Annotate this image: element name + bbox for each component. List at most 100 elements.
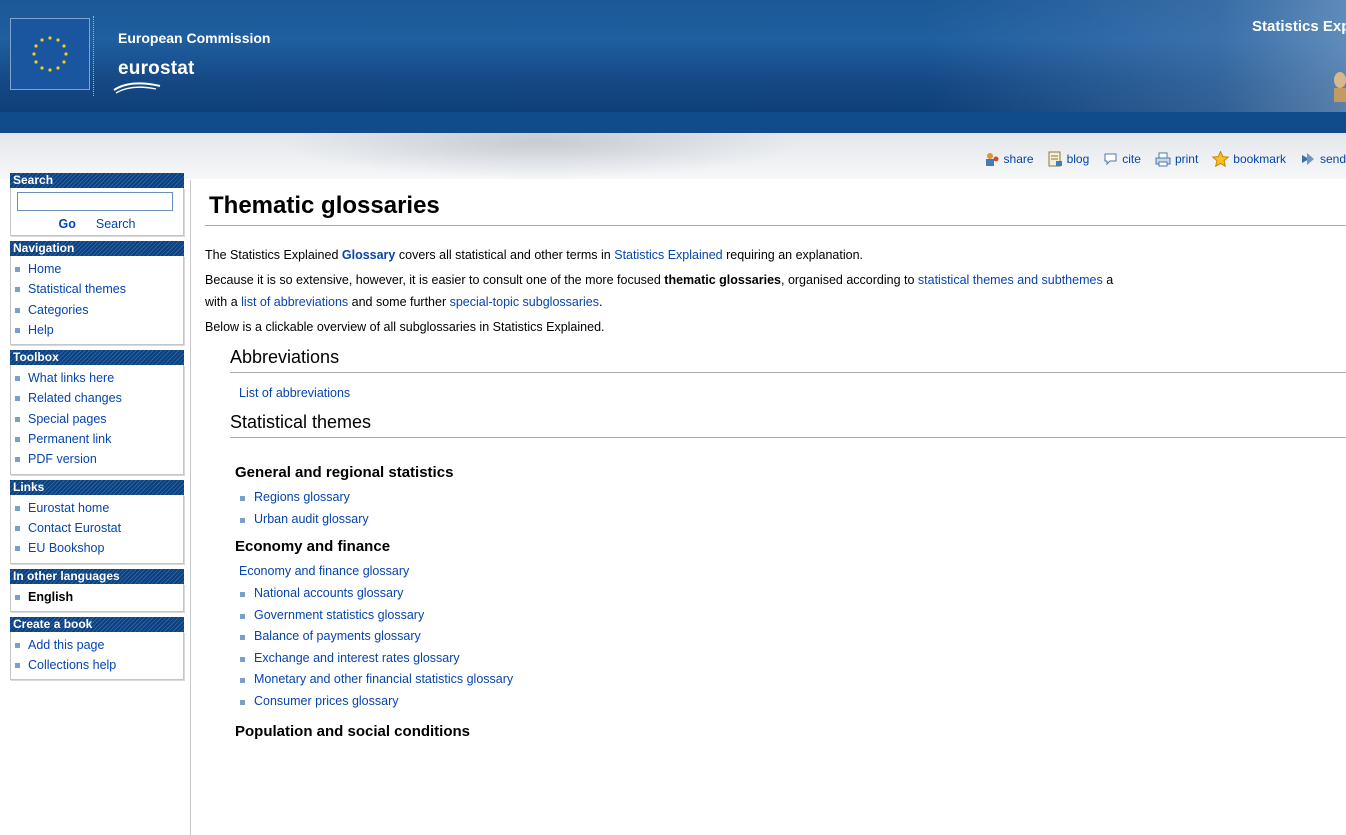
cite-button[interactable]: cite (1103, 152, 1141, 166)
list-item-label[interactable]: Consumer prices glossary (254, 694, 399, 708)
eurostat-logo[interactable]: eurostat (118, 58, 195, 80)
navigation-portlet: Navigation Home Statistical themes Categ… (10, 241, 184, 346)
list-of-abbreviations-link[interactable]: list of abbreviations (241, 295, 348, 309)
toolbox-item-label[interactable]: Related changes (28, 391, 122, 405)
list-item-label[interactable]: Regions glossary (254, 490, 350, 504)
share-toolbar: share blog cite print bookmark send (984, 151, 1346, 167)
nav-item-label[interactable]: Home (28, 262, 61, 276)
abbreviations-link-row: List of abbreviations (239, 383, 1346, 403)
sidebar: Search Go Search Navigation Home Statist… (10, 173, 184, 685)
navigation-portlet-body: Home Statistical themes Categories Help (10, 256, 184, 346)
navigation-portlet-title: Navigation (10, 241, 184, 256)
economy-finance-main-link-row: Economy and finance glossary (239, 561, 1346, 581)
links-item-contact-eurostat[interactable]: Contact Eurostat (11, 518, 183, 538)
list-item[interactable]: National accounts glossary (239, 583, 1346, 605)
search-portlet-body: Go Search (10, 188, 184, 236)
send-button[interactable]: send (1300, 152, 1346, 167)
intro-paragraph-2: Because it is so extensive, however, it … (205, 270, 1346, 290)
share-icon (985, 153, 999, 166)
links-item-label[interactable]: EU Bookshop (28, 541, 104, 555)
economy-finance-heading: Economy and finance (235, 538, 391, 555)
toolbox-item-label[interactable]: Special pages (28, 412, 107, 426)
links-item-eu-bookshop[interactable]: EU Bookshop (11, 538, 183, 558)
list-item[interactable]: Government statistics glossary (239, 605, 1346, 627)
nav-item-label[interactable]: Help (28, 323, 54, 337)
thematic-glossaries-emphasis: thematic glossaries (664, 273, 781, 287)
share-label: share (1003, 152, 1034, 166)
bookmark-label: bookmark (1233, 152, 1286, 166)
site-title[interactable]: Statistics Explained (1252, 18, 1346, 35)
list-item-label[interactable]: Balance of payments glossary (254, 629, 421, 643)
book-item-label[interactable]: Collections help (28, 658, 116, 672)
list-item-label[interactable]: National accounts glossary (254, 586, 403, 600)
nav-item-categories[interactable]: Categories (11, 300, 183, 320)
glossary-link[interactable]: Glossary (342, 248, 396, 262)
toolbox-portlet-body: What links here Related changes Special … (10, 365, 184, 475)
list-item[interactable]: Balance of payments glossary (239, 626, 1346, 648)
list-item[interactable]: Regions glossary (239, 487, 1346, 509)
bookmark-star-icon (1212, 151, 1230, 167)
nav-item-label[interactable]: Categories (28, 303, 88, 317)
intro-text: The Statistics Explained (205, 248, 342, 262)
intro-text: requiring an explanation. (722, 248, 863, 262)
print-icon (1155, 152, 1171, 166)
toolbox-item-what-links-here[interactable]: What links here (11, 368, 183, 388)
statistical-themes-link[interactable]: statistical themes and subthemes (918, 273, 1103, 287)
search-input[interactable] (17, 192, 173, 211)
links-item-eurostat-home[interactable]: Eurostat home (11, 498, 183, 518)
list-item[interactable]: Monetary and other financial statistics … (239, 669, 1346, 691)
economy-finance-list: National accounts glossary Government st… (205, 583, 1346, 712)
toolbox-portlet-title: Toolbox (10, 350, 184, 366)
list-item-label[interactable]: Urban audit glossary (254, 512, 369, 526)
book-item-collections-help[interactable]: Collections help (11, 655, 183, 675)
blog-icon (1048, 151, 1062, 167)
list-item-label[interactable]: Monetary and other financial statistics … (254, 672, 513, 686)
links-portlet-title: Links (10, 479, 184, 495)
print-button[interactable]: print (1155, 152, 1198, 167)
language-item-label: English (28, 589, 74, 604)
intro-paragraph-1: The Statistics Explained Glossary covers… (205, 245, 1346, 265)
book-item-label[interactable]: Add this page (28, 638, 104, 652)
search-buttons: Go Search (17, 217, 177, 231)
toolbox-item-label[interactable]: Permanent link (28, 432, 111, 446)
list-item[interactable]: Exchange and interest rates glossary (239, 648, 1346, 670)
toolbox-portlet: Toolbox What links here Related changes … (10, 350, 184, 475)
toolbox-item-related-changes[interactable]: Related changes (11, 388, 183, 408)
languages-portlet: In other languages English (10, 568, 184, 612)
toolbox-item-permanent-link[interactable]: Permanent link (11, 429, 183, 449)
toolbox-item-pdf-version[interactable]: PDF version (11, 449, 183, 469)
cite-icon (1104, 153, 1117, 166)
blog-button[interactable]: blog (1048, 151, 1089, 167)
economy-finance-glossary-link[interactable]: Economy and finance glossary (239, 564, 409, 578)
header-stripe (0, 112, 1346, 133)
toolbox-item-special-pages[interactable]: Special pages (11, 409, 183, 429)
page-title: Thematic glossaries (205, 190, 1346, 226)
intro-paragraph-3: with a list of abbreviations and some fu… (205, 292, 1346, 312)
share-button[interactable]: share (984, 151, 1034, 167)
print-label: print (1174, 152, 1199, 166)
nav-item-home[interactable]: Home (11, 259, 183, 279)
bookmark-button[interactable]: bookmark (1212, 151, 1286, 167)
list-item[interactable]: Urban audit glossary (239, 509, 1346, 531)
links-item-label[interactable]: Contact Eurostat (28, 521, 121, 535)
nav-item-label[interactable]: Statistical themes (28, 282, 126, 296)
special-topic-subglossaries-link[interactable]: special-topic subglossaries (450, 295, 599, 309)
european-commission-label: European Commission (118, 30, 271, 46)
list-item-label[interactable]: Government statistics glossary (254, 608, 424, 622)
eu-flag-logo[interactable] (10, 18, 90, 90)
search-portlet: Search Go Search (10, 173, 184, 236)
statistics-explained-link[interactable]: Statistics Explained (614, 248, 722, 262)
list-item-label[interactable]: Exchange and interest rates glossary (254, 651, 460, 665)
book-item-add-this-page[interactable]: Add this page (11, 635, 183, 655)
list-item[interactable]: Consumer prices glossary (239, 691, 1346, 713)
list-of-abbreviations-section-link[interactable]: List of abbreviations (239, 386, 350, 400)
links-item-label[interactable]: Eurostat home (28, 501, 109, 515)
nav-item-statistical-themes[interactable]: Statistical themes (11, 279, 183, 299)
toolbox-item-label[interactable]: What links here (28, 371, 114, 385)
search-button[interactable]: Search (96, 217, 136, 231)
toolbox-item-label[interactable]: PDF version (28, 452, 97, 466)
nav-item-help[interactable]: Help (11, 320, 183, 340)
general-regional-heading: General and regional statistics (235, 464, 454, 481)
go-button[interactable]: Go (59, 217, 76, 231)
intro-text: , organised according to (781, 273, 918, 287)
